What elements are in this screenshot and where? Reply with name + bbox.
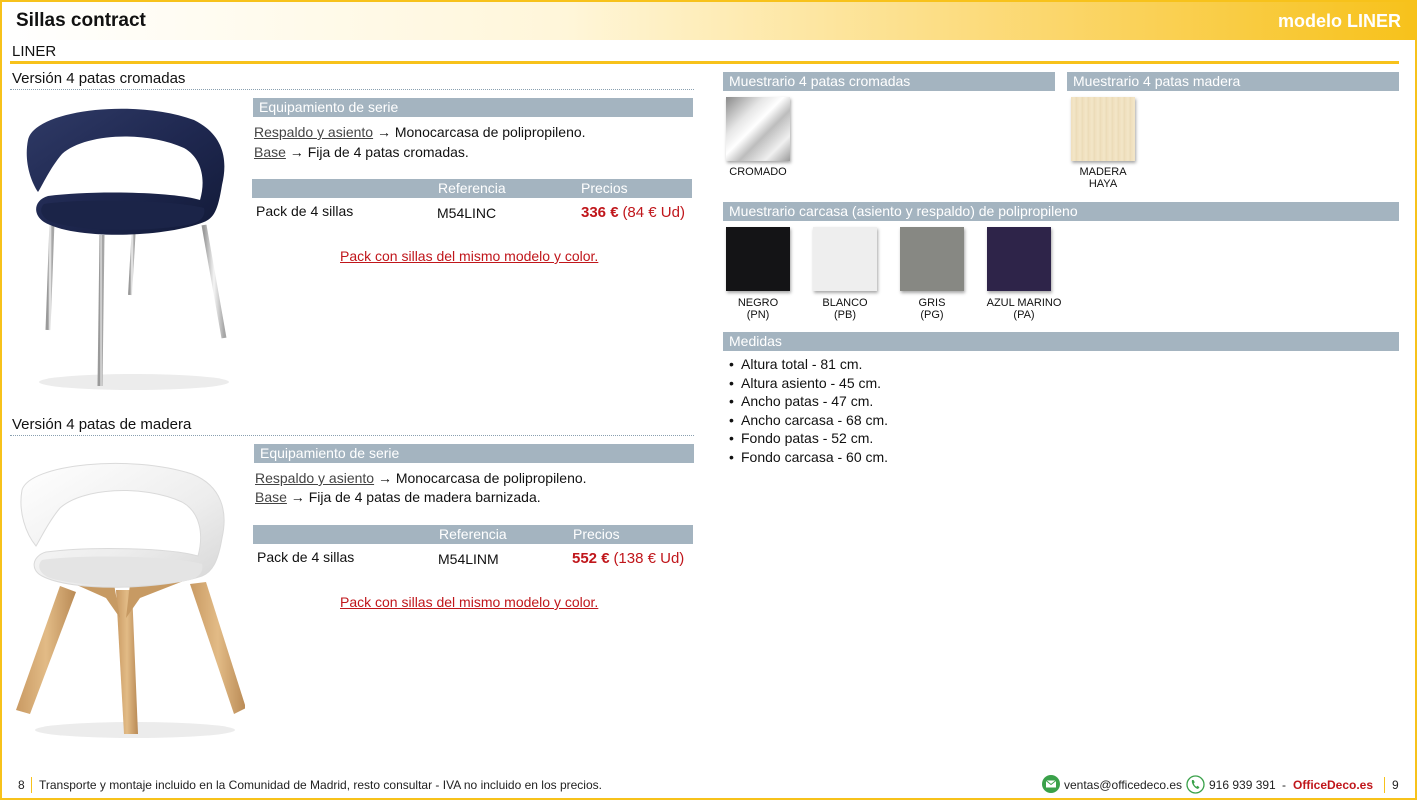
swatch-negro[interactable]: [726, 227, 790, 291]
pack-price-chrome: 336 €: [581, 204, 619, 221]
swatch-negro-code: (PN): [746, 309, 770, 321]
swatch-chrome-label: CROMADO: [729, 166, 787, 178]
swatch-blanco-label: BLANCO (PB): [805, 297, 885, 321]
unit-price-chrome: (84 € Ud): [622, 204, 685, 221]
footer-phone[interactable]: 916 939 391: [1209, 778, 1276, 792]
page-number-right: 9: [1392, 778, 1399, 792]
pack-price-wood: 552 €: [572, 550, 610, 567]
price-row-price-chrome: 336 € (84 € Ud): [581, 204, 685, 221]
equip-bar-wood: Equipamiento de serie: [254, 444, 694, 463]
measure-item: • Ancho patas - 47 cm.: [729, 393, 874, 409]
swatch-gris-name: GRIS: [918, 297, 946, 309]
spec-shell-link-wood[interactable]: Respaldo y asiento: [255, 470, 374, 486]
price-row-ref-chrome: M54LINC: [437, 205, 497, 221]
spec-base-chrome: Base → Fija de 4 patas cromadas.: [254, 144, 469, 160]
swatch-blanco-name: BLANCO: [822, 297, 868, 309]
measure-item: • Ancho carcasa - 68 cm.: [729, 411, 889, 428]
swatch-negro-name: NEGRO: [737, 297, 779, 309]
footer-separator: [31, 777, 32, 793]
footer-note: Transporte y montaje incluido en la Comu…: [39, 778, 602, 792]
footer-brand[interactable]: OfficeDeco.es: [1293, 778, 1373, 792]
measures-bar: Medidas: [723, 332, 1399, 351]
col-prices-wood: Precios: [573, 526, 620, 542]
swatch-chrome[interactable]: [726, 97, 790, 161]
model-name: LINER: [12, 43, 57, 60]
footer-dash: -: [1282, 778, 1286, 792]
price-row-item-wood: Pack de 4 sillas: [257, 549, 355, 565]
spec-base-link-chrome[interactable]: Base: [254, 144, 286, 160]
chair-chrome-image: [26, 108, 229, 390]
equip-bar-chrome: Equipamiento de serie: [253, 98, 693, 117]
spec-base-link-wood[interactable]: Base: [255, 489, 287, 505]
wood-samples-bar: Muestrario 4 patas madera: [1067, 72, 1399, 91]
swatch-blanco-code: (PB): [834, 309, 856, 321]
col-reference: Referencia: [438, 180, 506, 196]
swatch-azul-marino-code: (PA): [1013, 309, 1035, 321]
spec-shell-text-chrome: → Monocarcasa de polipropileno.: [373, 124, 586, 140]
measures-list: • Altura total - 81 cm. • Altura asiento -…: [729, 356, 888, 467]
swatch-gris-label: GRIS (PG): [892, 297, 972, 321]
spec-shell-link-chrome[interactable]: Respaldo y asiento: [254, 124, 373, 140]
measure-item: • Altura asiento - 45 cm.: [729, 374, 882, 391]
price-table-header-wood: Referencia Precios: [253, 525, 693, 544]
phone-icon: [1186, 775, 1205, 794]
swatch-negro-label: NEGRO (PN): [718, 297, 798, 321]
page-title: Sillas contract: [16, 10, 146, 31]
pack-note-chrome[interactable]: Pack con sillas del mismo modelo y color…: [340, 248, 598, 264]
swatch-azul-marino-name: AZUL MARINO: [986, 297, 1062, 309]
swatch-wood-label-2: HAYA: [1088, 178, 1118, 190]
measure-item: • Altura total - 81 cm.: [729, 356, 863, 372]
price-table-header-chrome: Referencia Precios: [252, 179, 692, 198]
model-title: modelo LINER: [1277, 11, 1401, 31]
page-number-left: 8: [18, 778, 25, 792]
spec-base-wood: Base → Fija de 4 patas de madera barniza…: [255, 489, 541, 505]
version-chrome-divider: [10, 89, 694, 90]
spec-shell-chrome: Respaldo y asiento → Monocarcasa de poli…: [254, 124, 586, 140]
shell-samples-bar: Muestrario carcasa (asiento y respaldo) …: [723, 202, 1399, 221]
chair-wood-image: [16, 462, 245, 738]
price-row-price-wood: 552 € (138 € Ud): [572, 550, 684, 567]
spec-shell-wood: Respaldo y asiento → Monocarcasa de poli…: [255, 470, 587, 486]
pack-note-wood[interactable]: Pack con sillas del mismo modelo y color…: [340, 594, 598, 610]
swatch-blanco[interactable]: [813, 227, 877, 291]
price-row-ref-wood: M54LINM: [438, 551, 499, 567]
version-wood-title: Versión 4 patas de madera: [12, 416, 192, 433]
page-footer: 8 Transporte y montaje incluido en la Co…: [0, 774, 1417, 796]
version-chrome-title: Versión 4 patas cromadas: [12, 70, 186, 87]
email-icon: [1042, 775, 1060, 793]
spec-base-text-chrome: → Fija de 4 patas cromadas.: [285, 144, 469, 160]
version-wood-divider: [10, 435, 694, 436]
col-reference-wood: Referencia: [439, 526, 507, 542]
model-divider: [10, 61, 1399, 64]
unit-price-wood: (138 € Ud): [613, 550, 685, 567]
spec-base-text-wood: → Fija de 4 patas de madera barnizada.: [286, 489, 541, 505]
measure-item: • Fondo carcasa - 60 cm.: [729, 448, 889, 465]
swatch-wood[interactable]: [1071, 97, 1135, 161]
swatch-azul-marino[interactable]: [987, 227, 1051, 291]
footer-separator-right: [1384, 777, 1385, 793]
swatch-gris-code: (PG): [920, 309, 944, 321]
spec-shell-text-wood: → Monocarcasa de polipropileno.: [374, 470, 587, 486]
page-header: Sillas contract modelo LINER: [2, 2, 1415, 40]
swatch-azul-marino-label: AZUL MARINO (PA): [979, 297, 1069, 321]
footer-email[interactable]: ventas@officedeco.es: [1064, 778, 1182, 792]
chrome-samples-bar: Muestrario 4 patas cromadas: [723, 72, 1055, 91]
swatch-gris[interactable]: [900, 227, 964, 291]
measure-item: • Fondo patas - 52 cm.: [729, 430, 874, 446]
col-prices: Precios: [581, 180, 628, 196]
swatch-wood-label-1: MADERA: [1079, 166, 1127, 178]
swatch-wood-label: MADERA HAYA: [1067, 166, 1139, 190]
price-row-item-chrome: Pack de 4 sillas: [256, 203, 354, 219]
